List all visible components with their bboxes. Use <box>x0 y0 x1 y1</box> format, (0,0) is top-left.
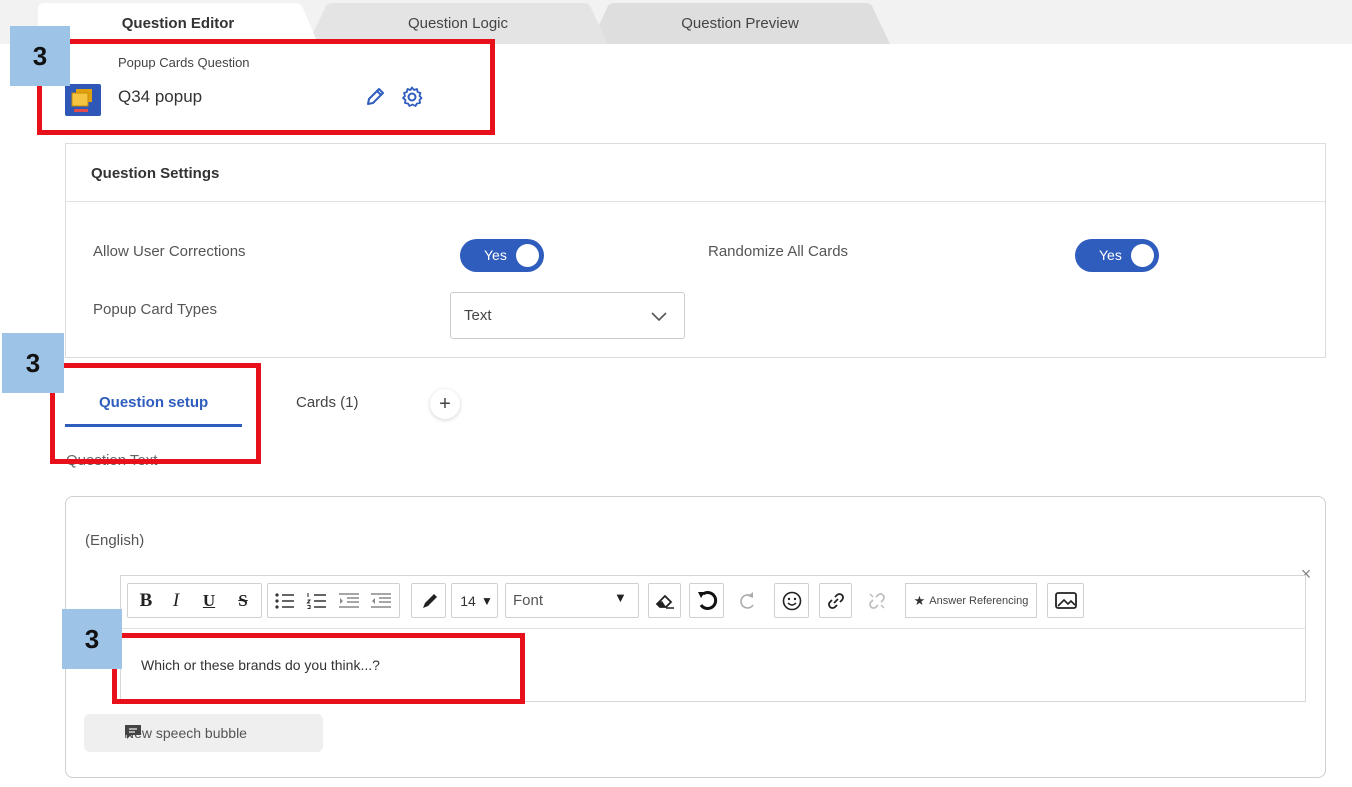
unlink-icon[interactable] <box>866 590 888 612</box>
undo-icon[interactable] <box>695 589 719 613</box>
numbered-list-icon[interactable] <box>306 592 328 610</box>
annotation-badge: 3 <box>2 333 64 393</box>
font-family-value: Font <box>513 592 544 609</box>
image-icon[interactable] <box>1054 590 1078 612</box>
new-speech-bubble-button[interactable]: New speech bubble <box>84 714 323 752</box>
speech-bubble-icon <box>125 725 141 739</box>
redo-icon[interactable] <box>737 590 759 612</box>
card-types-select[interactable]: Text <box>450 292 685 339</box>
emoji-icon[interactable] <box>780 589 804 613</box>
annotation-highlight-header <box>37 39 495 135</box>
toggle-knob <box>516 244 539 267</box>
underline-button[interactable]: U <box>198 590 220 612</box>
annotation-highlight-text <box>112 633 525 704</box>
bullet-list-icon[interactable] <box>274 592 296 610</box>
outdent-icon[interactable] <box>370 592 392 610</box>
card-types-label: Popup Card Types <box>93 301 217 318</box>
toolbar-divider <box>120 628 1306 629</box>
toggle-knob <box>1131 244 1154 267</box>
annotation-highlight-subtab <box>50 363 261 464</box>
speech-bubble-label: New speech bubble <box>124 725 247 741</box>
tab-label: Question Logic <box>407 15 509 32</box>
chevron-down-icon <box>651 312 667 322</box>
tab-question-logic[interactable]: Question Logic <box>308 3 608 44</box>
font-size-value: 14 <box>460 593 476 609</box>
strikethrough-button[interactable]: S <box>232 590 254 612</box>
answer-referencing-label: Answer Referencing <box>929 594 1029 607</box>
annotation-badge: 3 <box>10 26 70 86</box>
subtab-cards[interactable]: Cards (1) <box>296 394 359 411</box>
tab-question-preview[interactable]: Question Preview <box>590 3 890 44</box>
annotation-badge: 3 <box>62 609 122 669</box>
card-types-value: Text <box>464 307 492 324</box>
question-settings-panel: Question Settings Allow User Corrections… <box>65 143 1326 358</box>
toggle-text: Yes <box>1099 247 1122 263</box>
text-color-icon[interactable] <box>418 590 440 612</box>
add-card-button[interactable]: + <box>430 389 460 419</box>
allow-corrections-toggle[interactable]: Yes <box>460 239 544 272</box>
language-label: (English) <box>85 532 145 549</box>
randomize-cards-label: Randomize All Cards <box>708 243 849 260</box>
font-family-caret: ▼ <box>614 590 627 605</box>
settings-header: Question Settings <box>66 144 1325 202</box>
tab-label: Question Editor <box>121 15 235 32</box>
answer-referencing-button[interactable]: ★ Answer Referencing <box>905 583 1037 618</box>
tab-question-editor[interactable]: Question Editor <box>38 3 318 44</box>
eraser-icon[interactable] <box>654 590 676 612</box>
font-size-caret: ▼ <box>481 594 493 608</box>
link-icon[interactable] <box>825 590 847 612</box>
star-icon: ★ <box>913 592 926 608</box>
randomize-cards-toggle[interactable]: Yes <box>1075 239 1159 272</box>
allow-corrections-label: Allow User Corrections <box>93 243 246 260</box>
indent-icon[interactable] <box>338 592 360 610</box>
italic-button[interactable]: I <box>166 590 186 612</box>
bold-button[interactable]: B <box>135 590 157 612</box>
tab-label: Question Preview <box>681 15 799 32</box>
toggle-text: Yes <box>484 247 507 263</box>
settings-title: Question Settings <box>91 165 220 182</box>
